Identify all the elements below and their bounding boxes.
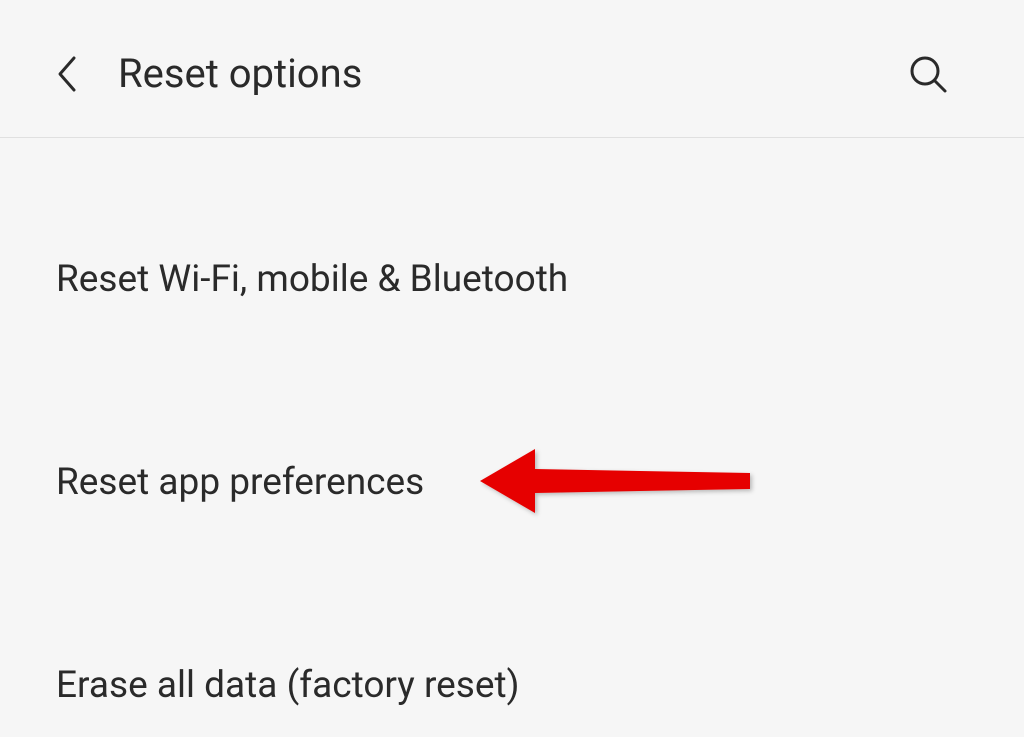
options-list: Reset Wi-Fi, mobile & Bluetooth Reset ap… — [0, 138, 1024, 737]
option-label: Reset Wi-Fi, mobile & Bluetooth — [56, 258, 568, 301]
header-left: Reset options — [56, 50, 362, 97]
option-label: Reset app preferences — [56, 461, 424, 504]
page-title: Reset options — [118, 50, 362, 97]
arrow-annotation-icon — [480, 441, 760, 525]
search-icon[interactable] — [908, 54, 948, 94]
option-label: Erase all data (factory reset) — [56, 664, 520, 707]
option-erase-all-data[interactable]: Erase all data (factory reset) — [0, 634, 1024, 737]
header-bar: Reset options — [0, 0, 1024, 138]
option-reset-app-preferences[interactable]: Reset app preferences — [0, 431, 1024, 534]
option-reset-wifi-mobile-bluetooth[interactable]: Reset Wi-Fi, mobile & Bluetooth — [0, 228, 1024, 331]
back-icon[interactable] — [56, 55, 78, 93]
